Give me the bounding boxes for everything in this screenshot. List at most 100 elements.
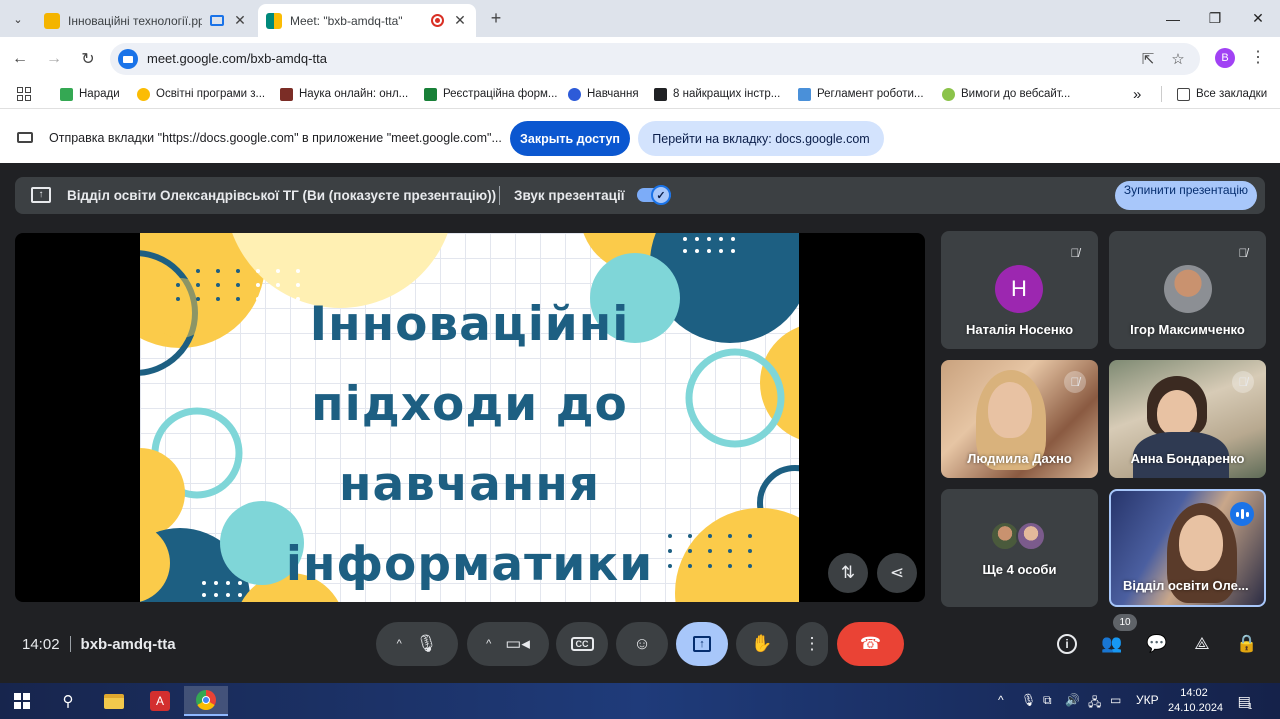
- mic-off-icon: 🎙̸: [1070, 246, 1080, 260]
- network-icon[interactable]: 🖧: [1088, 693, 1101, 714]
- bookmark-item[interactable]: 8 найкращих інстр...: [654, 85, 780, 103]
- participant-tile[interactable]: 🎙̸ Н Наталія Носенко: [941, 231, 1098, 349]
- forward-button[interactable]: →: [42, 47, 66, 71]
- meeting-time: 14:02: [22, 636, 60, 653]
- open-in-app-icon[interactable]: ⇱: [1138, 49, 1158, 69]
- close-tab-icon[interactable]: ✕: [232, 12, 248, 29]
- people-button[interactable]: 👥: [1099, 631, 1125, 657]
- bookmark-item[interactable]: Освітні програми з...: [137, 85, 265, 103]
- file-explorer-icon[interactable]: [92, 686, 136, 716]
- chevron-up-icon[interactable]: ^: [486, 638, 491, 650]
- bookmarks-divider: [1161, 86, 1162, 102]
- bookmark-item[interactable]: Навчання: [568, 85, 639, 103]
- bookmark-item[interactable]: Реєстраційна форм...: [424, 85, 558, 103]
- stop-sharing-button[interactable]: Закрыть доступ: [510, 121, 630, 156]
- host-controls-button[interactable]: 🔒: [1234, 631, 1260, 657]
- self-view-tile[interactable]: Відділ освіти Оле...: [1109, 489, 1266, 607]
- activities-button[interactable]: ⟁: [1189, 631, 1215, 657]
- slide-title-line: підходи до: [311, 377, 628, 432]
- input-language[interactable]: УКР: [1136, 693, 1159, 707]
- bookmark-item[interactable]: Регламент роботи...: [798, 85, 924, 103]
- reload-button[interactable]: ↻: [76, 47, 100, 71]
- more-vert-icon: ⋮: [803, 634, 821, 653]
- tab-presentation[interactable]: Інноваційні технології.pptx ✕: [36, 4, 256, 37]
- volume-icon[interactable]: 🔊: [1065, 693, 1080, 707]
- bookmark-item[interactable]: Наука онлайн: онл...: [280, 85, 408, 103]
- captions-button[interactable]: CC: [556, 622, 608, 666]
- swap-layout-button[interactable]: ⇅: [828, 553, 868, 593]
- site-info-icon[interactable]: [118, 49, 138, 69]
- system-clock[interactable]: 14:02 24.10.2024: [1168, 686, 1223, 716]
- meeting-info: 14:02 bxb-amdq-tta: [22, 636, 176, 653]
- raise-hand-button[interactable]: ✋: [736, 622, 788, 666]
- camera-button[interactable]: ^ ▭◂: [467, 622, 549, 666]
- zoom-icon: [568, 87, 581, 101]
- meeting-code: bxb-amdq-tta: [80, 636, 176, 653]
- stop-presenting-button[interactable]: Зупинити презентацію: [1115, 181, 1257, 210]
- participant-name: Людмила Дахно: [967, 451, 1072, 466]
- reactions-button[interactable]: ☺: [616, 622, 668, 666]
- search-icon[interactable]: ⚲: [46, 686, 90, 716]
- participant-name: Ігор Максимченко: [1130, 322, 1245, 337]
- close-tab-icon[interactable]: ✕: [452, 12, 468, 29]
- presentation-audio-label: Звук презентації: [514, 188, 625, 203]
- new-tab-button[interactable]: +: [484, 6, 508, 30]
- people-icon: 👥: [1101, 634, 1123, 653]
- all-bookmarks-button[interactable]: Все закладки: [1177, 85, 1267, 103]
- video-feed: [988, 382, 1032, 438]
- book-icon: [280, 87, 293, 101]
- start-button[interactable]: [0, 686, 44, 716]
- microphone-button[interactable]: ^ 🎙: [376, 622, 458, 666]
- more-bookmarks-icon[interactable]: »: [1133, 85, 1141, 103]
- chevron-up-icon[interactable]: ^: [397, 638, 402, 650]
- restore-button[interactable]: ❐: [1194, 0, 1236, 37]
- apps-grid-icon[interactable]: [17, 87, 31, 101]
- divider: [499, 186, 500, 205]
- profile-avatar[interactable]: B: [1215, 48, 1235, 68]
- screen-share-tray-icon[interactable]: ⧉: [1043, 693, 1052, 708]
- presentation-audio-toggle[interactable]: ✓: [637, 185, 671, 205]
- chat-button[interactable]: 💬: [1144, 631, 1170, 657]
- notifications-icon[interactable]: ▤ 1: [1234, 690, 1256, 712]
- tab-search-chevron-icon[interactable]: ⌄: [6, 7, 30, 31]
- show-hidden-icons[interactable]: ^: [998, 693, 1004, 707]
- go-to-tab-button[interactable]: Перейти на вкладку: docs.google.com: [638, 121, 884, 156]
- mic-off-icon: 🎙̸: [1232, 371, 1254, 393]
- avatar: [1016, 521, 1046, 551]
- leave-call-button[interactable]: ☎: [837, 622, 904, 666]
- avatar: [1164, 265, 1212, 313]
- address-bar[interactable]: meet.google.com/bxb-amdq-tta ⇱ ☆: [110, 43, 1200, 75]
- participant-name: Наталія Носенко: [965, 322, 1074, 337]
- end-call-icon: ☎: [859, 634, 882, 653]
- more-options-button[interactable]: ⋮: [796, 622, 828, 666]
- participant-tile[interactable]: 🎙̸ Ігор Максимченко: [1109, 231, 1266, 349]
- meeting-details-button[interactable]: i: [1054, 631, 1080, 657]
- meet-favicon-icon: [266, 12, 282, 29]
- browser-menu-icon[interactable]: ⋮: [1248, 48, 1268, 68]
- chrome-icon[interactable]: [184, 686, 228, 716]
- emoji-icon: ☺: [633, 634, 651, 653]
- tab-meet[interactable]: Meet: "bxb-amdq-tta" ✕: [258, 4, 476, 37]
- url-text[interactable]: meet.google.com/bxb-amdq-tta: [147, 51, 327, 66]
- microphone-in-use-icon[interactable]: 🎙: [1021, 693, 1036, 707]
- bookmark-item[interactable]: Наради: [60, 85, 120, 103]
- hand-icon: ✋: [751, 634, 773, 653]
- present-now-button[interactable]: ↑: [676, 622, 728, 666]
- present-screen-icon: ↑: [31, 187, 51, 203]
- participant-tile[interactable]: 🎙̸ Анна Бондаренко: [1109, 360, 1266, 478]
- minimize-button[interactable]: —: [1152, 0, 1194, 37]
- pdf-reader-icon[interactable]: A: [138, 686, 182, 716]
- more-participants-tile[interactable]: Ще 4 особи: [941, 489, 1098, 607]
- cast-tab-icon: [17, 132, 33, 143]
- close-window-button[interactable]: ✕: [1237, 0, 1279, 37]
- bookmark-item[interactable]: Вимоги до вебсайт...: [942, 85, 1070, 103]
- bookmark-star-icon[interactable]: ☆: [1168, 49, 1188, 69]
- back-button[interactable]: ←: [8, 47, 32, 71]
- check-icon: ✓: [651, 185, 671, 205]
- tab-title: Інноваційні технології.pptx: [68, 13, 202, 28]
- presenting-screen-icon: [210, 15, 224, 26]
- participant-tile[interactable]: 🎙̸ Людмила Дахно: [941, 360, 1098, 478]
- battery-icon[interactable]: ▭: [1110, 693, 1121, 707]
- clock-time: 14:02: [1180, 687, 1208, 699]
- share-icon-button[interactable]: ⋖: [877, 553, 917, 593]
